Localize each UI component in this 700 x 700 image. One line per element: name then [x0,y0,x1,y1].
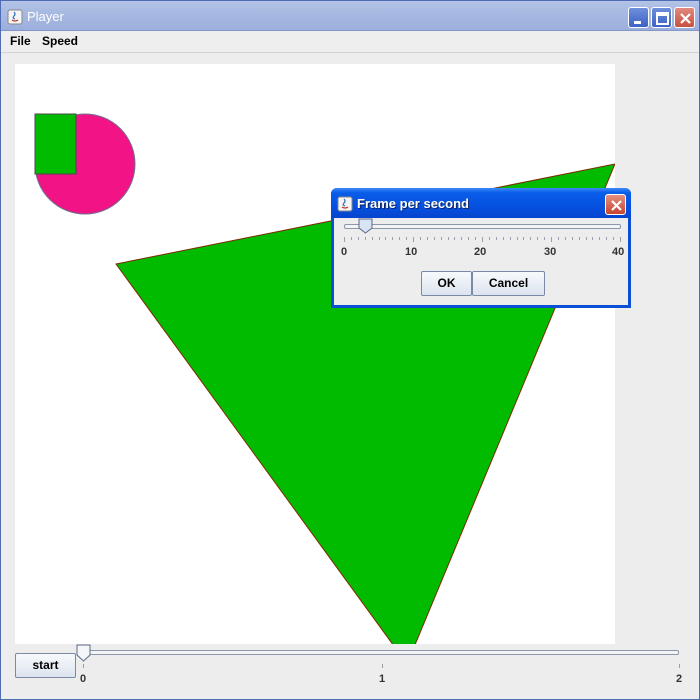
animation-canvas [15,64,615,644]
menu-speed[interactable]: Speed [42,34,78,48]
fps-minor-tick [399,237,401,240]
fps-minor-tick [447,237,449,240]
title-bar[interactable]: Player [1,1,699,31]
dialog-title-bar[interactable]: Frame per second [331,188,631,218]
close-icon [680,13,691,24]
fps-minor-tick [571,237,573,240]
ok-button[interactable]: OK [421,271,472,296]
green-rectangle [34,113,77,175]
time-tick-label: 1 [379,673,386,685]
maximize-icon [656,12,669,25]
fps-minor-tick [613,237,615,240]
fps-minor-tick [364,237,366,240]
time-slider-thumb[interactable] [76,644,92,662]
fps-minor-tick [454,237,456,240]
player-window: Player File Speed start 0 1 2 [0,0,700,700]
time-tick [83,664,84,668]
fps-minor-tick [606,237,608,240]
minimize-button[interactable] [628,7,649,28]
time-tick [679,664,680,668]
time-tick-label: 2 [676,673,683,685]
fps-minor-tick [578,237,580,240]
fps-minor-tick [502,237,504,240]
fps-major-tick [620,237,621,242]
fps-minor-tick [530,237,532,240]
fps-minor-tick [468,237,470,240]
time-tick [382,664,383,668]
fps-tick-label: 40 [612,246,625,258]
fps-minor-tick [495,237,497,240]
fps-minor-tick [488,237,490,240]
close-button[interactable] [674,7,695,28]
fps-minor-tick [599,237,601,240]
fps-minor-tick [419,237,421,240]
dialog-title: Frame per second [357,196,469,211]
window-title: Player [27,9,64,24]
fps-major-tick [482,237,483,242]
maximize-button[interactable] [651,7,672,28]
fps-minor-tick [378,237,380,240]
fps-minor-tick [523,237,525,240]
fps-slider-thumb[interactable] [358,218,374,234]
menu-file[interactable]: File [10,34,31,48]
menu-bar: File Speed [1,32,699,53]
close-icon [611,200,622,211]
fps-minor-tick [385,237,387,240]
fps-tick-label: 30 [544,246,557,258]
fps-slider[interactable]: 0 10 20 30 40 [340,218,625,263]
fps-minor-tick [350,237,352,240]
fps-major-tick [551,237,552,242]
minimize-icon [634,21,641,24]
fps-minor-tick [544,237,546,240]
fps-minor-tick [371,237,373,240]
start-button[interactable]: start [15,653,76,678]
time-slider[interactable]: 0 1 2 [76,644,689,694]
fps-dialog: Frame per second 0 10 20 30 40 OK Cancel [331,188,631,308]
fps-slider-track[interactable] [344,224,621,229]
dialog-close-button[interactable] [605,194,626,215]
fps-minor-tick [537,237,539,240]
cancel-button[interactable]: Cancel [472,271,545,296]
fps-minor-tick [509,237,511,240]
fps-minor-tick [406,237,408,240]
dialog-body: 0 10 20 30 40 OK Cancel [334,218,628,305]
fps-minor-tick [461,237,463,240]
fps-major-tick [413,237,414,242]
time-slider-track[interactable] [83,650,679,655]
fps-minor-tick [357,237,359,240]
java-icon [7,9,23,25]
fps-minor-tick [426,237,428,240]
fps-major-tick [344,237,345,242]
fps-minor-tick [592,237,594,240]
fps-minor-tick [392,237,394,240]
java-icon [337,196,353,217]
fps-minor-tick [475,237,477,240]
fps-minor-tick [433,237,435,240]
fps-minor-tick [564,237,566,240]
fps-minor-tick [585,237,587,240]
fps-tick-label: 0 [341,246,348,258]
fps-minor-tick [440,237,442,240]
fps-minor-tick [557,237,559,240]
fps-minor-tick [516,237,518,240]
fps-tick-label: 20 [474,246,487,258]
time-tick-label: 0 [80,673,87,685]
fps-tick-label: 10 [405,246,418,258]
